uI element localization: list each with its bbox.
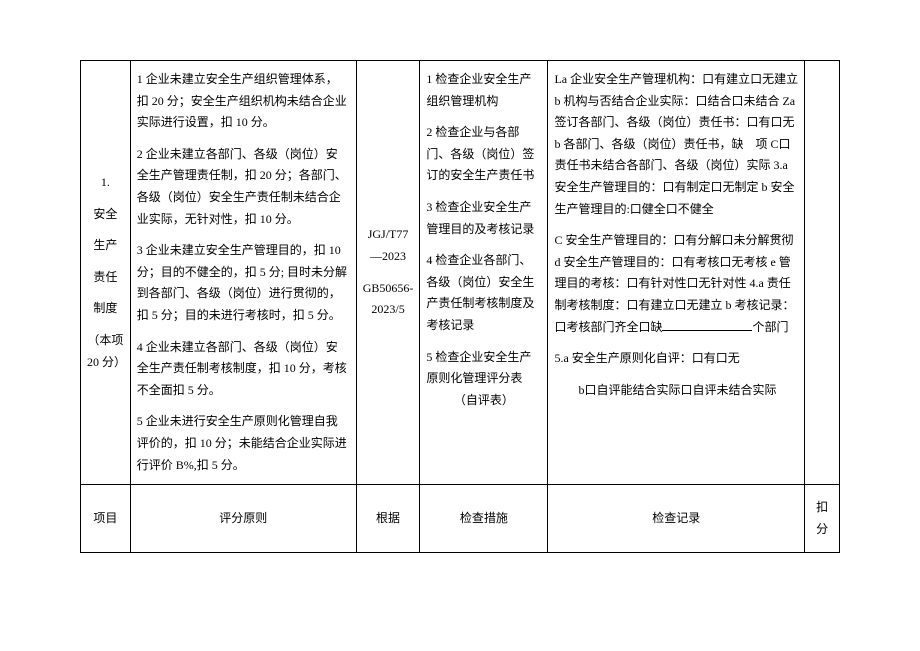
header-measures: 检查措施 [420, 485, 548, 553]
rule-text: 3 企业未建立安全生产管理目的，扣 10 分；目的不健全的，扣 5 分; 目时未… [137, 240, 350, 326]
cell-project: 1. 安全 生产 责任 制度 （本项 20 分） [81, 61, 131, 485]
item-title-line: 生产 [87, 235, 124, 257]
header-record: 检查记录 [548, 485, 805, 553]
record-text-part: 个部门 [752, 320, 788, 334]
header-deduction: 扣分 [805, 485, 840, 553]
item-title-line: 责任 [87, 267, 124, 289]
item-title-line: 制度 [87, 298, 124, 320]
cell-check-measures: 1 检查企业安全生产组织管理机构 2 检查企业与各部门、各级（岗位）签订的安全生… [420, 61, 548, 485]
content-row: 1. 安全 生产 责任 制度 （本项 20 分） 1 企业未建立安全生产组织管理… [81, 61, 840, 485]
rule-text: 5 企业未进行安全生产原则化管理自我评价的，扣 10 分；未能结合企业实际进行评… [137, 411, 350, 476]
measure-text: 1 检查企业安全生产组织管理机构 [426, 69, 541, 112]
rule-text: 4 企业未建立各部门、各级（岗位）安全生产责任制考核制度，扣 10 分，考核不全… [137, 337, 350, 402]
standard-ref: JGJ/T77—2023 [363, 224, 414, 267]
rule-text: 1 企业未建立安全生产组织管理体系，扣 20 分；安全生产组织机构未结合企业实际… [137, 69, 350, 134]
measure-text: 5 检查企业安全生产原则化管理评分表 [426, 347, 541, 390]
measure-text: 2 检查企业与各部门、各级（岗位）签订的安全生产责任书 [426, 122, 541, 187]
record-text: b口自评能结合实际口自评未结合实际 [554, 380, 798, 402]
fill-blank[interactable] [662, 319, 752, 331]
measure-text: 4 检查企业各部门、各级（岗位）安全生产责任制考核制度及考核记录 [426, 250, 541, 336]
header-scoring: 评分原则 [130, 485, 356, 553]
checklist-table: 1. 安全 生产 责任 制度 （本项 20 分） 1 企业未建立安全生产组织管理… [80, 60, 840, 553]
cell-deduction [805, 61, 840, 485]
measure-subtext: （自评表） [426, 390, 541, 412]
standard-ref: GB50656-2023/5 [363, 278, 414, 321]
header-basis: 根据 [356, 485, 420, 553]
item-title-line: 安全 [87, 204, 124, 226]
header-row: 项目 评分原则 根据 检查措施 检查记录 扣分 [81, 485, 840, 553]
record-text: 5.a 安全生产原则化自评：口有口无 [554, 348, 798, 370]
measure-text: 3 检查企业安全生产管理目的及考核记录 [426, 197, 541, 240]
rule-text: 2 企业未建立各部门、各级（岗位）安全生产管理责任制，扣 20 分；各部门、各级… [137, 144, 350, 230]
record-text-line: C 安全生产管理目的：口有分解口未分解贯彻 d 安全生产管理目的：口有考核口无考… [554, 230, 798, 338]
record-text: La 企业安全生产管理机构：口有建立口无建立 b 机构与否结合企业实际：口结合口… [554, 69, 798, 220]
item-score-note: （本项 20 分） [87, 330, 124, 373]
cell-check-record: La 企业安全生产管理机构：口有建立口无建立 b 机构与否结合企业实际：口结合口… [548, 61, 805, 485]
cell-scoring-rules: 1 企业未建立安全生产组织管理体系，扣 20 分；安全生产组织机构未结合企业实际… [130, 61, 356, 485]
cell-basis: JGJ/T77—2023 GB50656-2023/5 [356, 61, 420, 485]
item-number: 1. [87, 172, 124, 194]
header-project: 项目 [81, 485, 131, 553]
